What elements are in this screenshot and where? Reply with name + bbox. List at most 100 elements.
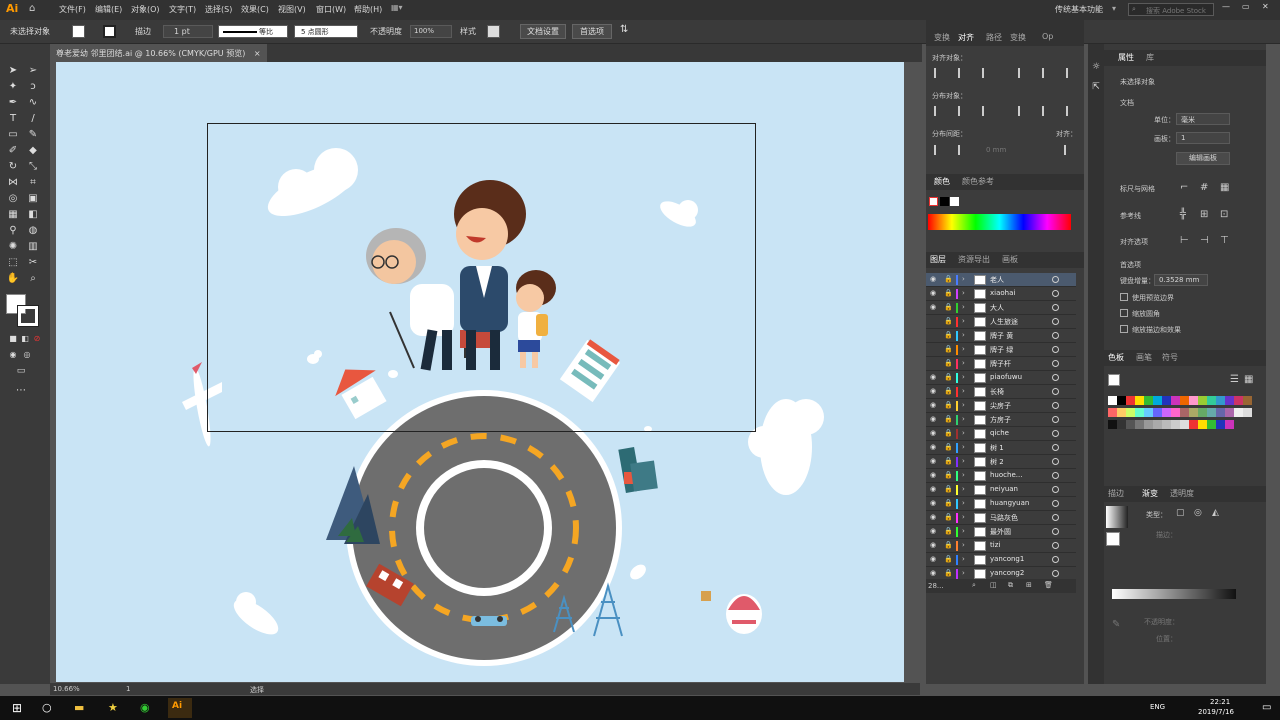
rotate-tool-icon[interactable]: ↻ (6, 160, 20, 174)
color-white-swatch[interactable] (950, 197, 959, 206)
lock-icon[interactable]: 🔒 (944, 331, 953, 339)
more-tools-icon[interactable]: ⋯ (14, 384, 28, 398)
brush-select[interactable]: 5 点圆形 (294, 25, 358, 38)
expand-arrow-icon[interactable]: › (962, 541, 965, 549)
layer-row[interactable]: 🔒 › 牌子 黄 (926, 329, 1076, 343)
wechat-icon[interactable]: ◉ (140, 701, 150, 714)
visibility-eye-icon[interactable]: ◉ (930, 457, 936, 465)
edit-artboards-button[interactable]: 编辑画板 (1176, 152, 1230, 165)
align-bottom-icon[interactable] (1066, 68, 1078, 78)
zoom-tool-icon[interactable]: ⌕ (26, 272, 40, 286)
smart-guides-icon[interactable]: ⊡ (1220, 209, 1228, 220)
menu-view[interactable]: 视图(V) (278, 4, 306, 15)
distribute-bottom-icon[interactable] (982, 106, 994, 116)
target-circle-icon[interactable] (1052, 500, 1059, 507)
layer-row[interactable]: ◉ 🔒 › piaofuwu (926, 371, 1076, 385)
color-swatch[interactable] (1180, 420, 1189, 429)
clock-time[interactable]: 22:21 (1210, 698, 1230, 706)
lock-icon[interactable]: 🔒 (944, 555, 953, 563)
layer-row[interactable]: ◉ 🔒 › 尖房子 (926, 399, 1076, 413)
layer-row[interactable]: ◉ 🔒 › xiaohai (926, 287, 1076, 301)
magic-wand-tool-icon[interactable]: ✦ (6, 80, 20, 94)
layer-row[interactable]: ◉ 🔒 › 方房子 (926, 413, 1076, 427)
blend-tool-icon[interactable]: ◍ (26, 224, 40, 238)
lock-icon[interactable]: 🔒 (944, 527, 953, 535)
expand-arrow-icon[interactable]: › (962, 443, 965, 451)
color-swatch[interactable] (1234, 408, 1243, 417)
distribute-right-icon[interactable] (1066, 106, 1078, 116)
layer-row[interactable]: 🔒 › 牌子 绿 (926, 343, 1076, 357)
eyedropper-tool-icon[interactable]: ⚲ (6, 224, 20, 238)
gradient-fill-swatch[interactable] (1106, 532, 1120, 546)
lock-icon[interactable]: 🔒 (944, 415, 953, 423)
visibility-eye-icon[interactable]: ◉ (930, 569, 936, 577)
align-vcenter-icon[interactable] (1042, 68, 1054, 78)
expand-arrow-icon[interactable]: › (962, 359, 965, 367)
color-swatch[interactable] (1198, 420, 1207, 429)
target-circle-icon[interactable] (1052, 374, 1059, 381)
color-swatch[interactable] (1153, 408, 1162, 417)
symbol-sprayer-tool-icon[interactable]: ✺ (6, 240, 20, 254)
color-swatch[interactable] (1126, 396, 1135, 405)
ruler-icon[interactable]: ⌐ (1180, 182, 1188, 193)
delete-layer-icon[interactable]: 🗑 (1044, 581, 1053, 589)
menu-help[interactable]: 帮助(H) (354, 4, 382, 15)
checkbox-scale-strokes[interactable] (1120, 325, 1128, 333)
stroke-swatch[interactable] (103, 25, 116, 38)
tab-libraries[interactable]: 库 (1146, 52, 1154, 63)
expand-arrow-icon[interactable]: › (962, 331, 965, 339)
color-swatch[interactable] (1207, 408, 1216, 417)
curvature-tool-icon[interactable]: ∿ (26, 96, 40, 110)
artwork-canvas[interactable] (56, 62, 904, 682)
slice-tool-icon[interactable]: ✂ (26, 256, 40, 270)
units-select[interactable]: 毫米 (1176, 113, 1230, 125)
layer-row[interactable]: ◉ 🔒 › 树 1 (926, 441, 1076, 455)
expand-arrow-icon[interactable]: › (962, 275, 965, 283)
color-swatch[interactable] (1162, 408, 1171, 417)
opacity-input[interactable]: 100% (410, 25, 452, 38)
list-view-icon[interactable]: ☰ (1230, 374, 1239, 385)
tab-gradient[interactable]: 渐变 (1142, 488, 1158, 499)
checkbox-preview-bounds[interactable] (1120, 293, 1128, 301)
thumbnail-view-icon[interactable]: ▦ (1244, 374, 1253, 385)
color-swatch[interactable] (1144, 408, 1153, 417)
lock-icon[interactable]: 🔒 (944, 443, 953, 451)
color-black-swatch[interactable] (940, 197, 949, 206)
expand-arrow-icon[interactable]: › (962, 387, 965, 395)
draw-behind-icon[interactable]: ◎ (20, 348, 34, 362)
lock-icon[interactable]: 🔒 (944, 485, 953, 493)
home-icon[interactable]: ⌂ (29, 3, 35, 14)
expand-arrow-icon[interactable]: › (962, 429, 965, 437)
sun-icon[interactable]: ☼ (1089, 60, 1103, 74)
menu-window[interactable]: 窗口(W) (316, 4, 346, 15)
color-swatch[interactable] (1171, 396, 1180, 405)
artboard-select[interactable]: 1 (1176, 132, 1230, 144)
target-circle-icon[interactable] (1052, 486, 1059, 493)
swatch-fill-indicator[interactable] (1108, 374, 1120, 386)
arrange-icon[interactable]: ▦▾ (391, 3, 403, 12)
input-language[interactable]: ENG (1150, 703, 1165, 711)
lock-icon[interactable]: 🔒 (944, 289, 953, 297)
workspace-switcher[interactable]: 传统基本功能 (1055, 4, 1103, 15)
expand-arrow-icon[interactable]: › (962, 401, 965, 409)
color-swatch[interactable] (1207, 396, 1216, 405)
type-tool-icon[interactable]: T (6, 112, 20, 126)
linear-gradient-icon[interactable]: ▢ (1176, 508, 1185, 518)
color-swatch[interactable] (1234, 396, 1243, 405)
tab-properties[interactable]: 属性 (1118, 52, 1134, 63)
align-top-icon[interactable] (1018, 68, 1030, 78)
color-swatch[interactable] (1243, 408, 1252, 417)
menu-select[interactable]: 选择(S) (205, 4, 232, 15)
lock-icon[interactable]: 🔒 (944, 275, 953, 283)
scale-tool-icon[interactable]: ⤡ (26, 160, 40, 174)
none-mode-icon[interactable]: ⊘ (30, 332, 44, 346)
color-swatch[interactable] (1108, 408, 1117, 417)
arrange-documents-icon[interactable]: ⇅ (620, 24, 628, 35)
color-swatch[interactable] (1189, 420, 1198, 429)
vertical-spacing-icon[interactable] (934, 145, 946, 155)
menu-file[interactable]: 文件(F) (59, 4, 86, 15)
export-icon[interactable]: ⇱ (1089, 80, 1103, 94)
color-swatch[interactable] (1207, 420, 1216, 429)
color-swatch[interactable] (1180, 396, 1189, 405)
layer-row[interactable]: ◉ 🔒 › tizi (926, 539, 1076, 553)
